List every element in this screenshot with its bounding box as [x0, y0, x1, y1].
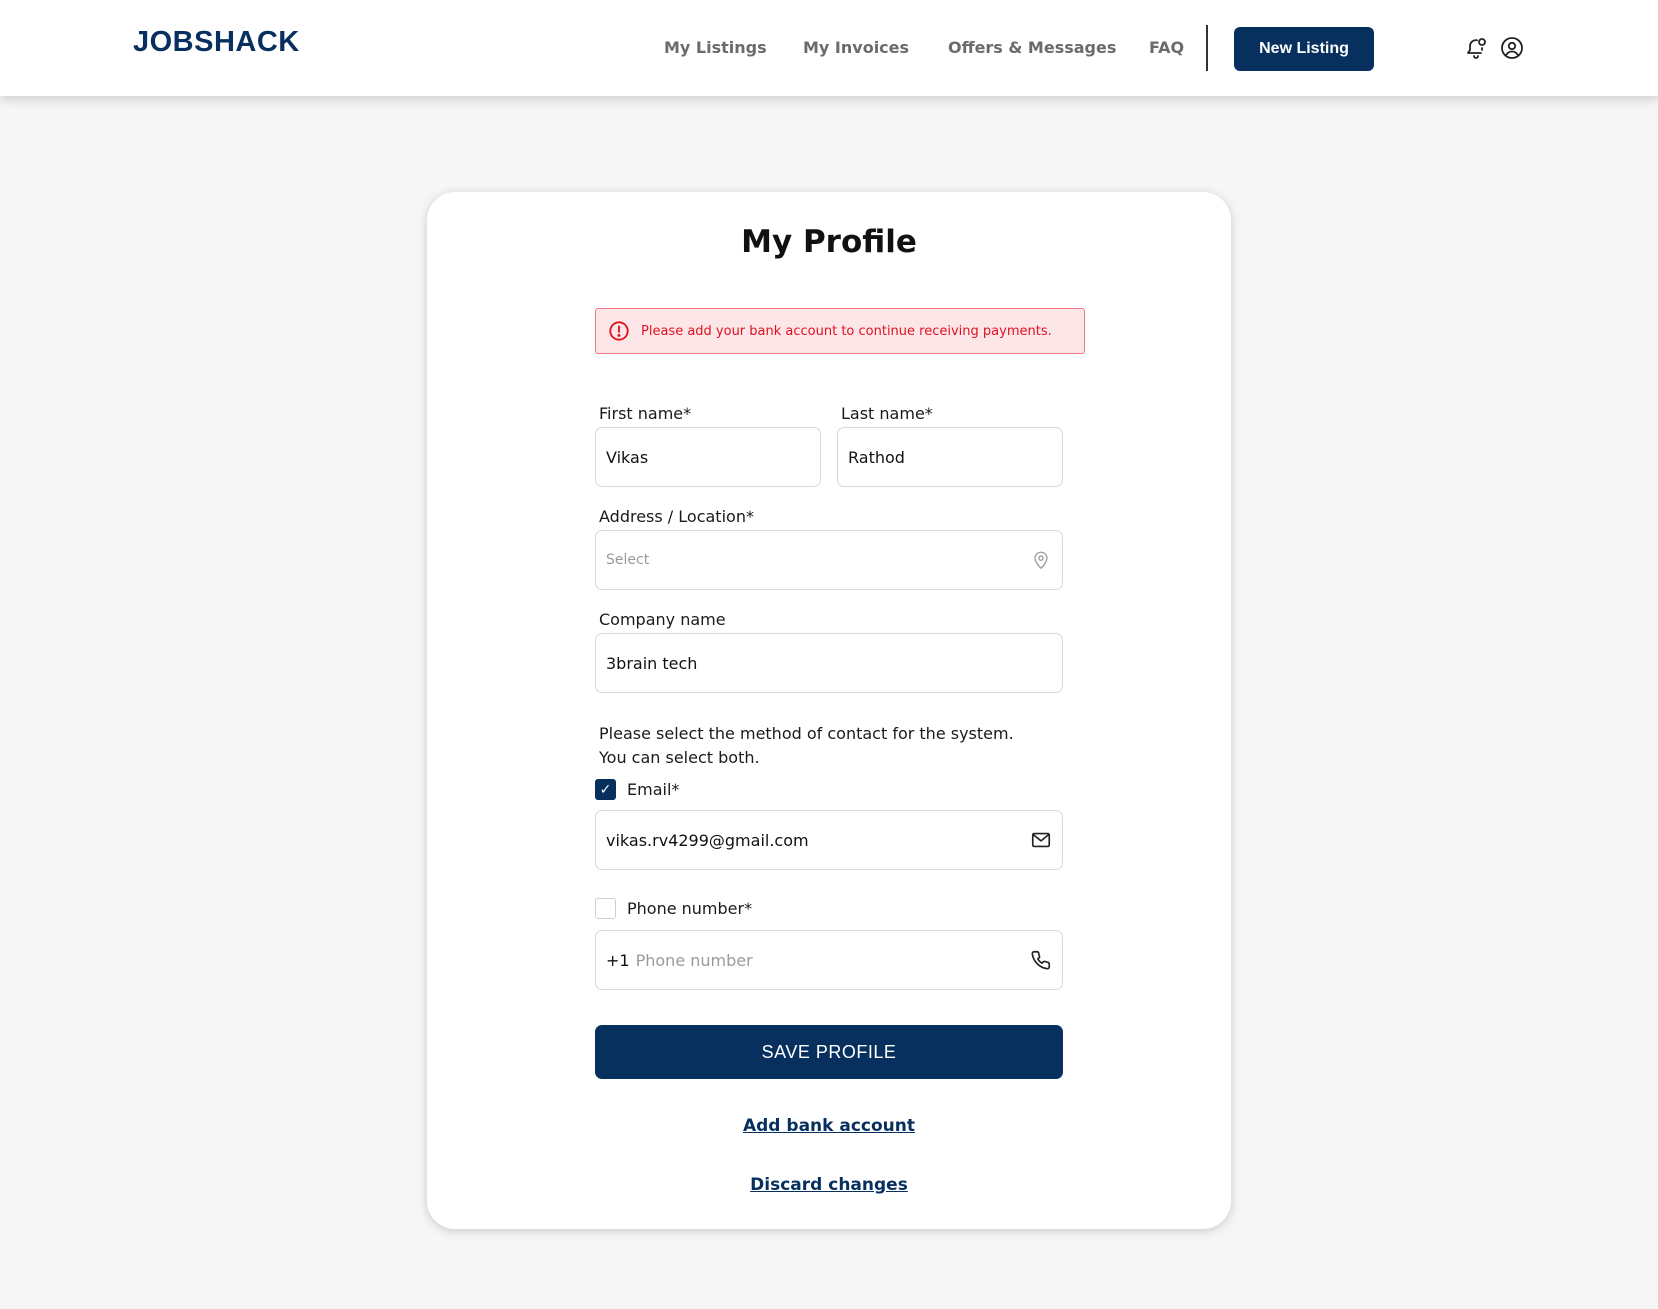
page-title: My Profile	[741, 224, 917, 260]
new-listing-button[interactable]: New Listing	[1234, 27, 1374, 71]
add-bank-account-link[interactable]: Add bank account	[427, 1116, 1231, 1136]
last-name-field[interactable]	[837, 427, 1063, 487]
country-code-prefix: +1	[606, 950, 630, 970]
address-input[interactable]	[606, 552, 1024, 568]
nav-my-listings[interactable]: My Listings	[664, 38, 767, 57]
first-name-input[interactable]	[606, 447, 810, 467]
discard-changes-link[interactable]: Discard changes	[427, 1175, 1231, 1195]
jobshack-logo[interactable]: JOBSHACK	[133, 26, 300, 59]
company-input[interactable]	[606, 653, 1052, 673]
nav-divider	[1206, 25, 1208, 71]
nav-faq[interactable]: FAQ	[1149, 38, 1184, 57]
phone-field[interactable]: +1	[595, 930, 1063, 990]
nav-my-invoices[interactable]: My Invoices	[803, 38, 909, 57]
address-field[interactable]	[595, 530, 1063, 590]
notification-bell-icon[interactable]	[1464, 36, 1488, 60]
contact-info-line-1: Please select the method of contact for …	[599, 724, 1014, 743]
first-name-label: First name*	[599, 404, 692, 423]
email-field[interactable]	[595, 810, 1063, 870]
email-label: Email*	[627, 780, 680, 799]
phone-checkbox[interactable]	[595, 898, 616, 919]
email-input[interactable]	[606, 830, 1024, 850]
phone-label: Phone number*	[627, 899, 753, 918]
contact-method-info: Please select the method of contact for …	[599, 722, 1014, 770]
user-account-icon[interactable]	[1500, 36, 1524, 60]
nav-offers-messages[interactable]: Offers & Messages	[948, 38, 1116, 57]
profile-card: My Profile Please add your bank account …	[427, 192, 1231, 1229]
address-label: Address / Location*	[599, 507, 754, 526]
first-name-field[interactable]	[595, 427, 821, 487]
phone-icon	[1031, 950, 1051, 970]
email-checkbox[interactable]: ✓	[595, 779, 616, 800]
mail-icon	[1031, 832, 1051, 848]
location-pin-icon	[1034, 551, 1048, 569]
top-header: JOBSHACK My Listings My Invoices Offers …	[0, 0, 1658, 96]
save-profile-button[interactable]: SAVE PROFILE	[595, 1025, 1063, 1079]
checkmark-icon: ✓	[599, 781, 612, 798]
contact-info-line-2: You can select both.	[599, 748, 760, 767]
company-field[interactable]	[595, 633, 1063, 693]
alert-circle-icon	[609, 321, 629, 341]
last-name-label: Last name*	[841, 404, 933, 423]
company-label: Company name	[599, 610, 726, 629]
alert-message: Please add your bank account to continue…	[641, 323, 1052, 339]
last-name-input[interactable]	[848, 447, 1052, 467]
bank-account-alert: Please add your bank account to continue…	[595, 308, 1085, 354]
phone-input[interactable]	[635, 950, 1024, 970]
